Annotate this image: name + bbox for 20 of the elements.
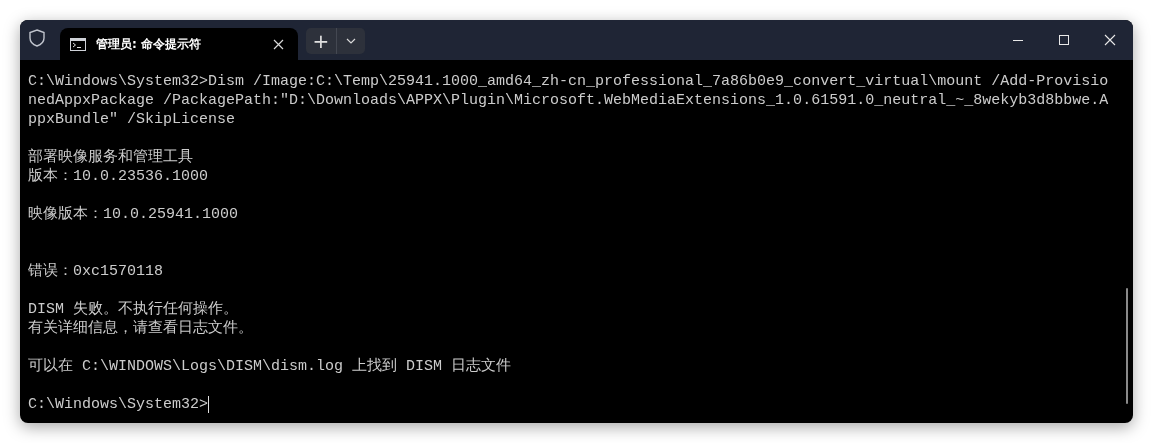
close-icon[interactable] — [273, 38, 284, 50]
command-prompt: C:\Windows\System32> — [28, 395, 209, 414]
console-output-line: 版本：10.0.23536.1000 — [28, 168, 209, 185]
tab-title: 管理员: 命令提示符 — [96, 35, 202, 53]
console-output-line: 错误：0xc1570118 — [28, 263, 163, 280]
console-output-line: C:\Windows\System32>Dism /Image:C:\Temp\25941.1000_amd64_zh-cn_professional_7a86b0e9_convert_virtual\mount /Add-Provisio — [28, 73, 1109, 90]
chevron-down-icon — [346, 38, 356, 44]
maximize-icon[interactable] — [1058, 34, 1070, 46]
console-output-line: 有关详细信息，请查看日志文件。 — [28, 320, 253, 337]
terminal-tab[interactable]: 管理员: 命令提示符 — [60, 28, 298, 60]
close-icon[interactable] — [1104, 34, 1116, 46]
console-output-line: 映像版本：10.0.25941.1000 — [28, 206, 239, 223]
console-output-line: DISM 失败。不执行任何操作。 — [28, 301, 238, 318]
scrollbar[interactable] — [1126, 288, 1128, 404]
command-prompt-icon — [70, 37, 86, 51]
console-output-line: 可以在 C:\WINDOWS\Logs\DISM\dism.log 上找到 DISM 日志文件 — [28, 358, 512, 375]
console-output-line: 部署映像服务和管理工具 — [28, 149, 193, 166]
shield-icon — [29, 29, 45, 47]
console-output-line: nedAppxPackage /PackagePath:"D:\Downloads\APPX\Plugin\Microsoft.WebMediaExtensions_1.0.61591.0_neutral_~_8wekyb3d8bbwe.A — [28, 92, 1109, 109]
console-output-line: ppxBundle" /SkipLicense — [28, 111, 236, 128]
